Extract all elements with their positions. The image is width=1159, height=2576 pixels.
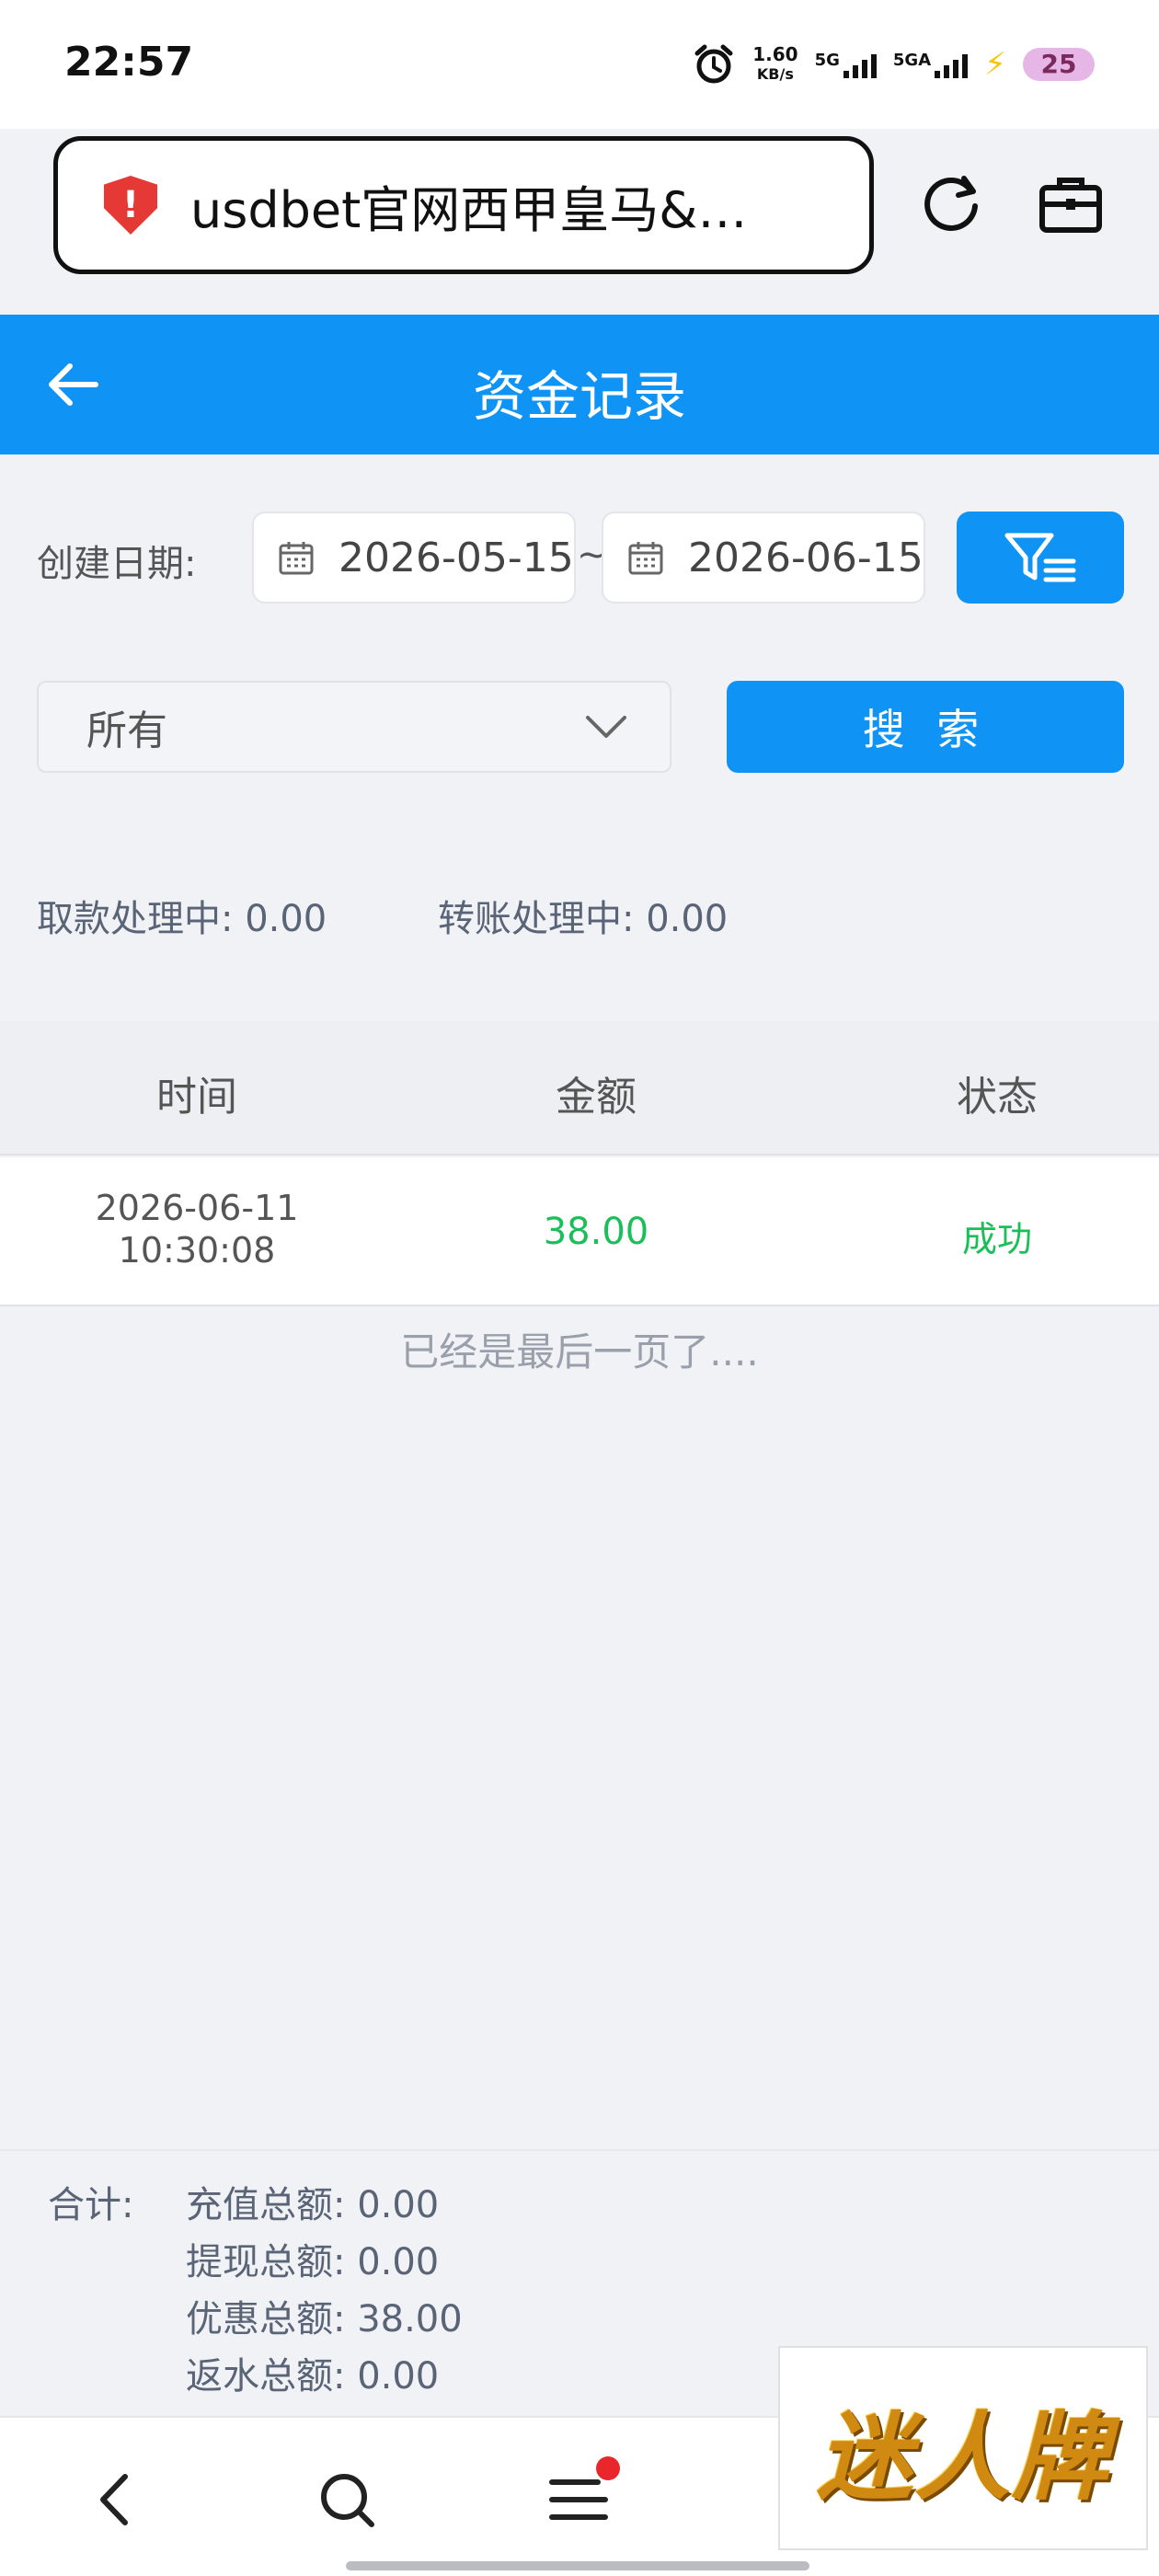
briefcase-icon[interactable]	[1038, 173, 1104, 236]
total-deposit: 充值总额: 0.00	[186, 2184, 440, 2226]
column-header-status: 状态	[957, 1074, 1038, 1121]
browser-back-icon[interactable]	[85, 2467, 149, 2532]
alarm-icon	[694, 44, 733, 84]
battery-indicator: 25	[1023, 48, 1095, 81]
net-label-2: 5GA	[892, 51, 932, 70]
end-date-field[interactable]: 2026-06-15	[602, 512, 925, 604]
menu-button[interactable]	[546, 2456, 620, 2532]
net-label-1: 5G	[814, 51, 840, 70]
signal-bars-icon	[843, 51, 877, 78]
row-date: 2026-06-11	[95, 1188, 299, 1228]
signal-5g: 5G	[815, 51, 877, 78]
row-status: 成功	[961, 1219, 1032, 1259]
home-indicator[interactable]	[346, 2561, 809, 2570]
status-icons: 1.60 KB/s 5G 5GA ⚡ 25	[692, 42, 1095, 86]
address-bar[interactable]: ! usdbet官网西甲皇马&…	[53, 136, 874, 274]
notification-dot	[596, 2456, 620, 2480]
url-text[interactable]: usdbet官网西甲皇马&…	[190, 169, 834, 242]
status-bar: 22:57 1.60 KB/s 5G 5GA ⚡ 25	[0, 0, 1159, 129]
reload-icon[interactable]	[920, 171, 984, 236]
table-row[interactable]: 2026-06-11 10:30:08 38.00 成功	[0, 1157, 1159, 1306]
shield-icon[interactable]: !	[104, 176, 157, 235]
filter-button[interactable]	[957, 512, 1124, 604]
row-datetime: 2026-06-11 10:30:08	[59, 1187, 335, 1271]
start-date-value: 2026-05-15	[339, 534, 574, 581]
chevron-down-icon	[586, 716, 626, 738]
end-of-list-note: 已经是最后一页了....	[400, 1329, 759, 1374]
watermark-logo: 迷人牌	[778, 2346, 1148, 2550]
row-amount: 38.00	[543, 1211, 649, 1253]
app-header: 资金记录	[0, 315, 1159, 454]
totals-label: 合计:	[48, 2184, 134, 2226]
clock: 22:57	[64, 39, 194, 86]
type-select[interactable]: 所有	[37, 681, 671, 773]
total-withdraw: 提现总额: 0.00	[186, 2241, 440, 2283]
filter-icon	[1004, 533, 1076, 582]
calendar-icon	[628, 542, 663, 575]
date-label: 创建日期:	[37, 543, 197, 585]
logo-text: 迷人牌	[816, 2399, 1109, 2513]
search-icon[interactable]	[315, 2467, 379, 2532]
page-title: 资金记录	[472, 365, 686, 428]
network-speed: 1.60 KB/s	[752, 44, 798, 85]
speed-value: 1.60	[752, 43, 798, 65]
table-header: 时间 金额 状态	[0, 1021, 1159, 1156]
signal-5ga: 5GA	[892, 51, 969, 78]
total-rebate: 返水总额: 0.00	[186, 2355, 440, 2398]
column-header-time: 时间	[156, 1074, 237, 1121]
speed-unit: KB/s	[756, 65, 794, 83]
end-date-value: 2026-06-15	[688, 534, 924, 581]
total-bonus: 优惠总额: 38.00	[186, 2298, 463, 2340]
type-select-value: 所有	[86, 707, 167, 754]
column-header-amount: 金额	[556, 1074, 637, 1121]
transfer-processing: 转账处理中: 0.00	[438, 898, 729, 940]
charging-icon: ⚡	[984, 46, 1006, 83]
search-button[interactable]: 搜 索	[727, 681, 1124, 773]
row-time: 10:30:08	[118, 1230, 276, 1271]
calendar-icon	[279, 542, 314, 575]
signal-bars-icon	[935, 51, 969, 78]
start-date-field[interactable]: 2026-05-15	[252, 512, 576, 604]
withdraw-processing: 取款处理中: 0.00	[37, 898, 327, 940]
